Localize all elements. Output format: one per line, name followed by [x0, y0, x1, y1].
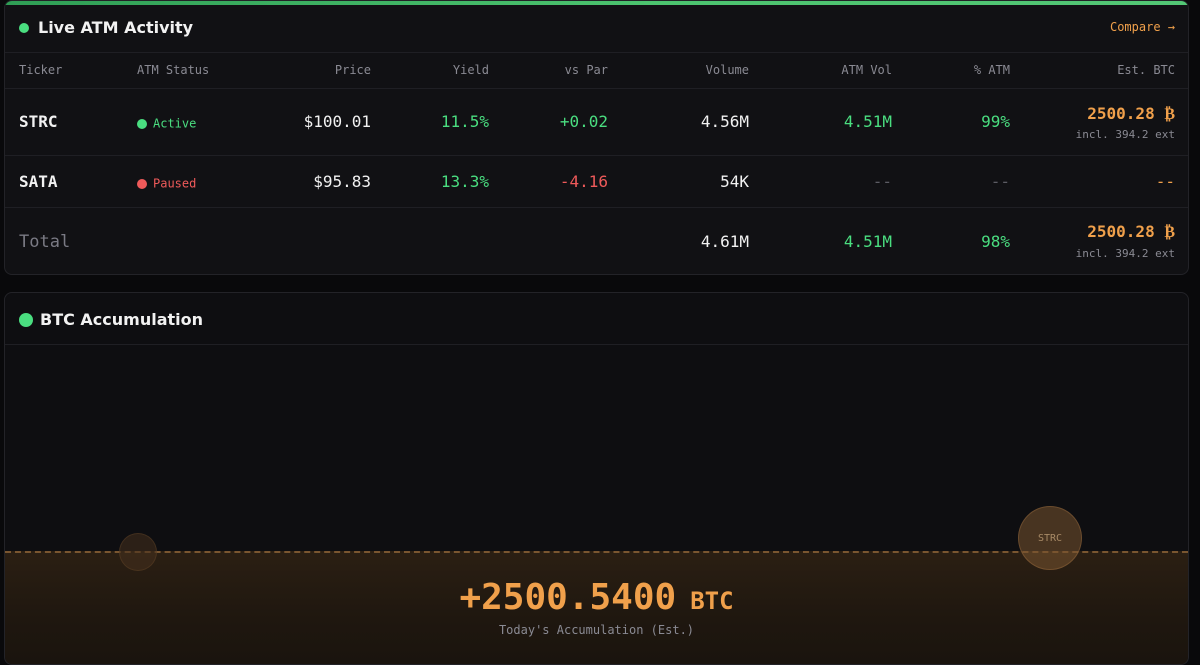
total-pct-atm-cell: 98%: [981, 232, 1010, 251]
column-header-pct-atm: % ATM: [973, 63, 1010, 77]
column-header-volume: Volume: [705, 63, 749, 77]
volume-cell: 4.56M: [700, 112, 749, 131]
ticker-cell: SATA: [19, 172, 58, 191]
active-status-dot-icon: [137, 118, 147, 129]
column-header-vs-par: vs Par: [564, 63, 608, 77]
atm-panel-header: Live ATM Activity Compare →: [5, 5, 1188, 53]
yield-cell: 11.5%: [440, 112, 489, 131]
column-header-status: ATM Status: [137, 63, 210, 77]
accum-panel-header: BTC Accumulation: [5, 293, 1188, 345]
ticker-cell: STRC: [19, 112, 58, 131]
est-btc-cell: 2500.28 ₿: [1087, 104, 1175, 123]
paused-status-dot-icon: [137, 178, 147, 189]
live-status-dot-icon: [19, 23, 29, 33]
price-cell: $95.83: [313, 172, 371, 191]
total-atm-vol-cell: 4.51M: [843, 232, 892, 251]
table-header-row: Ticker ATM Status Price Yield vs Par Vol…: [5, 54, 1188, 89]
accumulation-value: +2500.5400: [459, 577, 677, 618]
table-row: SATA Paused $95.83 13.3% -4.16 54K -- --…: [5, 156, 1188, 208]
atm-activity-panel: Live ATM Activity Compare → Ticker ATM S…: [4, 0, 1189, 275]
baseline-dashed-line: [5, 551, 1188, 553]
total-est-btc-cell: 2500.28 ₿: [1087, 222, 1175, 241]
column-header-est-btc: Est. BTC: [1117, 63, 1175, 77]
compare-link[interactable]: Compare →: [1110, 20, 1175, 34]
atm-vol-cell: 4.51M: [843, 112, 892, 131]
vs-par-cell: +0.02: [559, 112, 608, 131]
yield-cell: 13.3%: [440, 172, 489, 191]
est-btc-cell: --: [1155, 172, 1175, 191]
vs-par-cell: -4.16: [559, 172, 608, 191]
table-row: STRC Active $100.01 11.5% +0.02 4.56M 4.…: [5, 89, 1188, 156]
btc-accumulation-panel: BTC Accumulation STRC +2500.5400 BTC Toda…: [4, 292, 1189, 665]
accumulation-unit: BTC: [690, 587, 734, 615]
status-badge: Active: [137, 113, 196, 132]
column-header-atm-vol: ATM Vol: [841, 63, 892, 77]
total-label: Total: [19, 232, 71, 252]
strc-bubble[interactable]: STRC: [1018, 506, 1082, 570]
accumulation-total: +2500.5400 BTC: [5, 577, 1188, 618]
live-status-dot-icon: [19, 313, 33, 327]
total-volume-cell: 4.61M: [700, 232, 749, 251]
atm-vol-cell: --: [872, 172, 892, 191]
accum-panel-title: BTC Accumulation: [40, 310, 204, 329]
column-header-price: Price: [334, 63, 371, 77]
column-header-ticker: Ticker: [19, 63, 63, 77]
pct-atm-cell: --: [990, 172, 1010, 191]
column-header-yield: Yield: [452, 63, 489, 77]
pct-atm-cell: 99%: [981, 112, 1010, 131]
total-est-btc-note: incl. 394.2 ext: [1075, 247, 1175, 260]
sata-bubble[interactable]: [119, 533, 157, 571]
price-cell: $100.01: [303, 112, 371, 131]
est-btc-note: incl. 394.2 ext: [1075, 128, 1175, 141]
volume-cell: 54K: [720, 172, 749, 191]
accumulation-caption: Today's Accumulation (Est.): [498, 623, 695, 637]
total-row: Total 4.61M 4.51M 98% 2500.28 ₿ incl. 39…: [5, 208, 1188, 274]
status-badge: Paused: [137, 173, 196, 192]
atm-panel-title: Live ATM Activity: [38, 18, 194, 37]
